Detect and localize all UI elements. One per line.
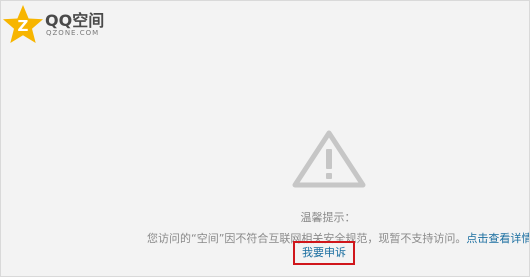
warning-triangle-icon xyxy=(292,130,366,188)
qzone-star-icon: Z xyxy=(3,5,43,43)
brand-title: QQ空间 xyxy=(45,11,105,30)
svg-text:Z: Z xyxy=(18,17,29,35)
brand-subtitle: QZONE.COM xyxy=(46,29,100,37)
qzone-logo[interactable]: Z QQ空间 QZONE.COM xyxy=(3,4,123,46)
appeal-highlight-box: 我要申诉 xyxy=(293,241,355,265)
view-details-link[interactable]: 点击查看详情 xyxy=(466,232,529,245)
page-frame: Z QQ空间 QZONE.COM 温馨提示： 您访问的“空间”因不符合互联网相关… xyxy=(0,0,530,277)
notice-title: 温馨提示： xyxy=(300,211,356,224)
appeal-link[interactable]: 我要申诉 xyxy=(295,243,353,263)
